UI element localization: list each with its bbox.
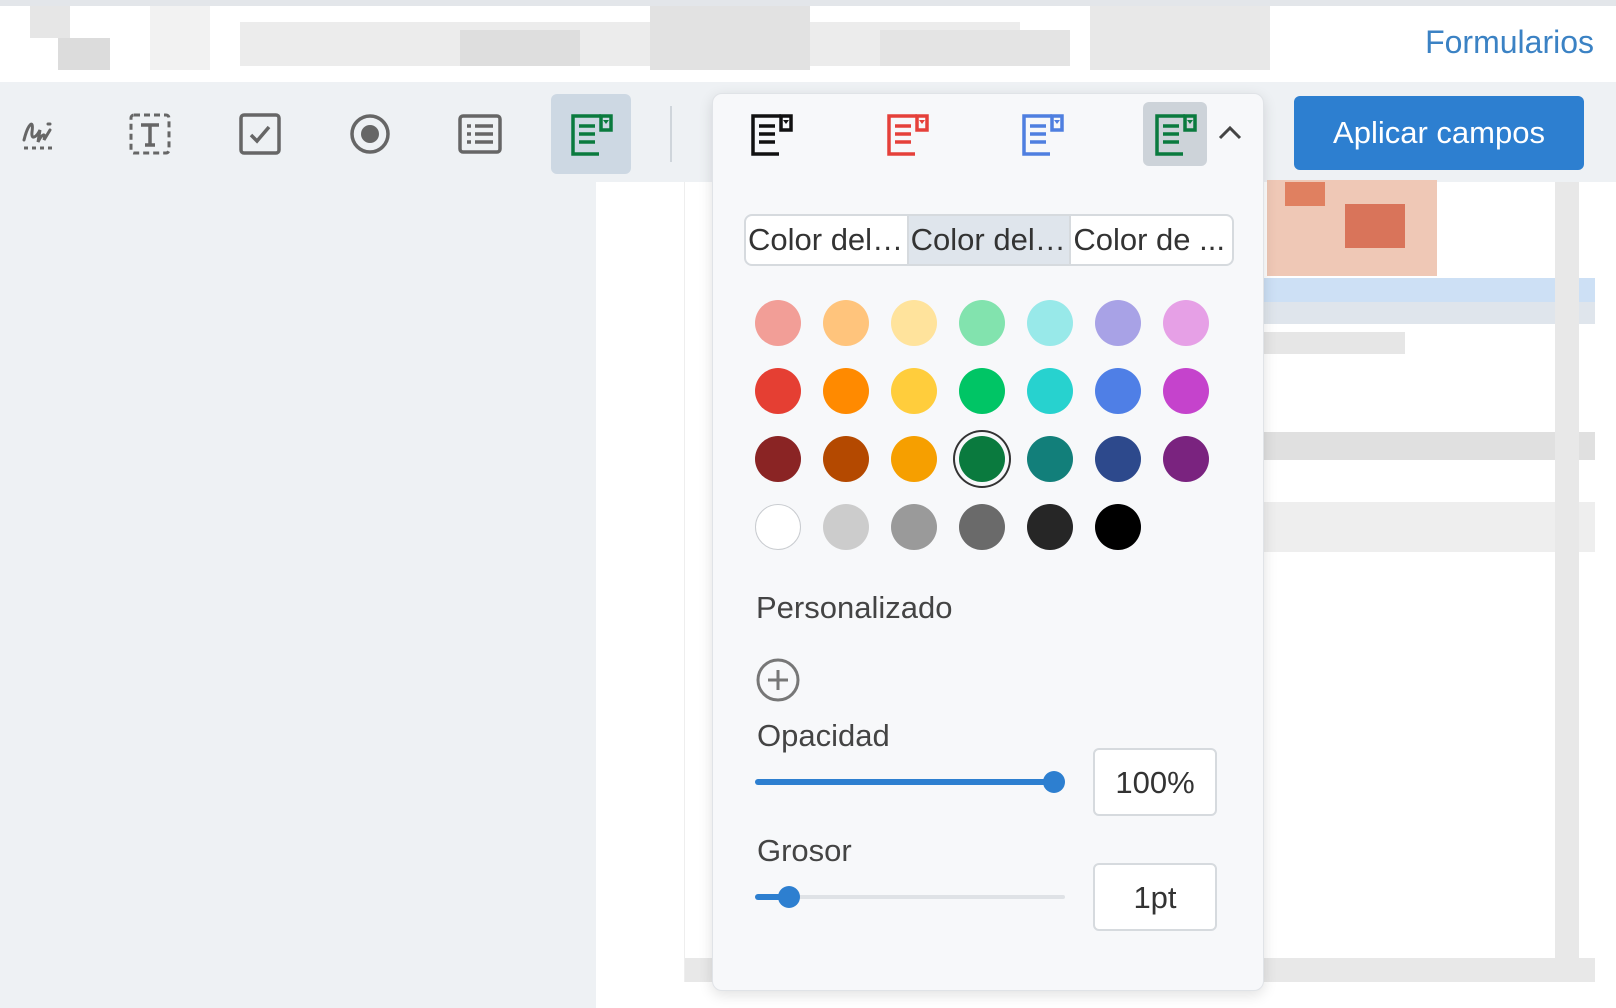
color-swatch[interactable] <box>755 368 801 414</box>
dropdown-field-icon <box>1022 114 1064 156</box>
color-swatch[interactable] <box>1163 300 1209 346</box>
top-header: Formularios <box>0 0 1616 82</box>
style-option-red[interactable] <box>875 102 939 166</box>
color-swatch[interactable] <box>891 368 937 414</box>
thickness-input[interactable]: 1pt <box>1093 863 1217 931</box>
chevron-up-icon[interactable] <box>1215 120 1245 144</box>
add-circle-icon[interactable] <box>755 657 801 703</box>
color-swatch[interactable] <box>959 504 1005 550</box>
list-tool-button[interactable] <box>440 94 520 174</box>
color-swatch[interactable] <box>891 300 937 346</box>
blurred-header-content <box>30 6 1270 72</box>
thickness-label: Grosor <box>757 833 852 868</box>
color-swatch[interactable] <box>959 368 1005 414</box>
signature-tool-button[interactable] <box>0 94 80 174</box>
tab-color-2[interactable]: Color del ... <box>908 216 1072 264</box>
dropdown-field-icon <box>751 114 793 156</box>
color-swatch[interactable] <box>823 504 869 550</box>
opacity-slider-handle[interactable] <box>1043 771 1065 793</box>
opacity-slider[interactable] <box>755 767 1065 797</box>
style-option-green[interactable] <box>1143 102 1207 166</box>
checkbox-icon <box>239 113 281 155</box>
dropdown-field-icon <box>571 114 613 156</box>
color-swatch[interactable] <box>959 436 1005 482</box>
opacity-label: Opacidad <box>757 718 890 753</box>
text-field-tool-button[interactable] <box>110 94 190 174</box>
color-target-tabs: Color del ... Color del ... Color de ... <box>744 214 1234 266</box>
left-panel <box>0 182 596 1008</box>
signature-icon <box>22 122 56 150</box>
thickness-slider[interactable] <box>755 882 1065 912</box>
color-swatch[interactable] <box>891 436 937 482</box>
color-swatch[interactable] <box>891 504 937 550</box>
color-swatch[interactable] <box>1095 368 1141 414</box>
list-icon <box>458 114 502 154</box>
opacity-slider-fill <box>755 779 1054 785</box>
style-option-black[interactable] <box>739 102 803 166</box>
color-swatch[interactable] <box>823 368 869 414</box>
radio-tool-button[interactable] <box>330 94 410 174</box>
dropdown-field-icon <box>1155 114 1197 156</box>
text-field-icon <box>129 113 171 155</box>
color-swatch[interactable] <box>1095 504 1141 550</box>
custom-color-label: Personalizado <box>756 590 953 625</box>
color-swatch[interactable] <box>1163 436 1209 482</box>
color-swatch[interactable] <box>1027 436 1073 482</box>
tab-color-3[interactable]: Color de ... <box>1071 216 1232 264</box>
radio-icon <box>350 114 390 154</box>
color-swatch[interactable] <box>823 436 869 482</box>
checkbox-tool-button[interactable] <box>220 94 300 174</box>
color-swatch[interactable] <box>1163 368 1209 414</box>
color-swatch[interactable] <box>1027 368 1073 414</box>
dropdown-tool-button[interactable] <box>551 94 631 174</box>
color-swatch[interactable] <box>755 436 801 482</box>
field-style-popup: Color del ... Color del ... Color de ...… <box>712 93 1264 991</box>
color-swatch[interactable] <box>1095 436 1141 482</box>
dropdown-field-icon <box>887 114 929 156</box>
forms-link[interactable]: Formularios <box>1425 24 1594 61</box>
color-swatch[interactable] <box>755 504 801 550</box>
color-swatch[interactable] <box>823 300 869 346</box>
opacity-input[interactable]: 100% <box>1093 748 1217 816</box>
color-swatch[interactable] <box>755 300 801 346</box>
apply-fields-button[interactable]: Aplicar campos <box>1294 96 1584 170</box>
thickness-slider-track <box>755 895 1065 899</box>
style-option-blue[interactable] <box>1010 102 1074 166</box>
color-swatch[interactable] <box>1095 300 1141 346</box>
color-swatch[interactable] <box>1027 300 1073 346</box>
color-swatch[interactable] <box>959 300 1005 346</box>
tab-color-1[interactable]: Color del ... <box>746 216 909 264</box>
thickness-slider-handle[interactable] <box>778 886 800 908</box>
toolbar-divider <box>670 106 672 162</box>
color-swatch[interactable] <box>1027 504 1073 550</box>
